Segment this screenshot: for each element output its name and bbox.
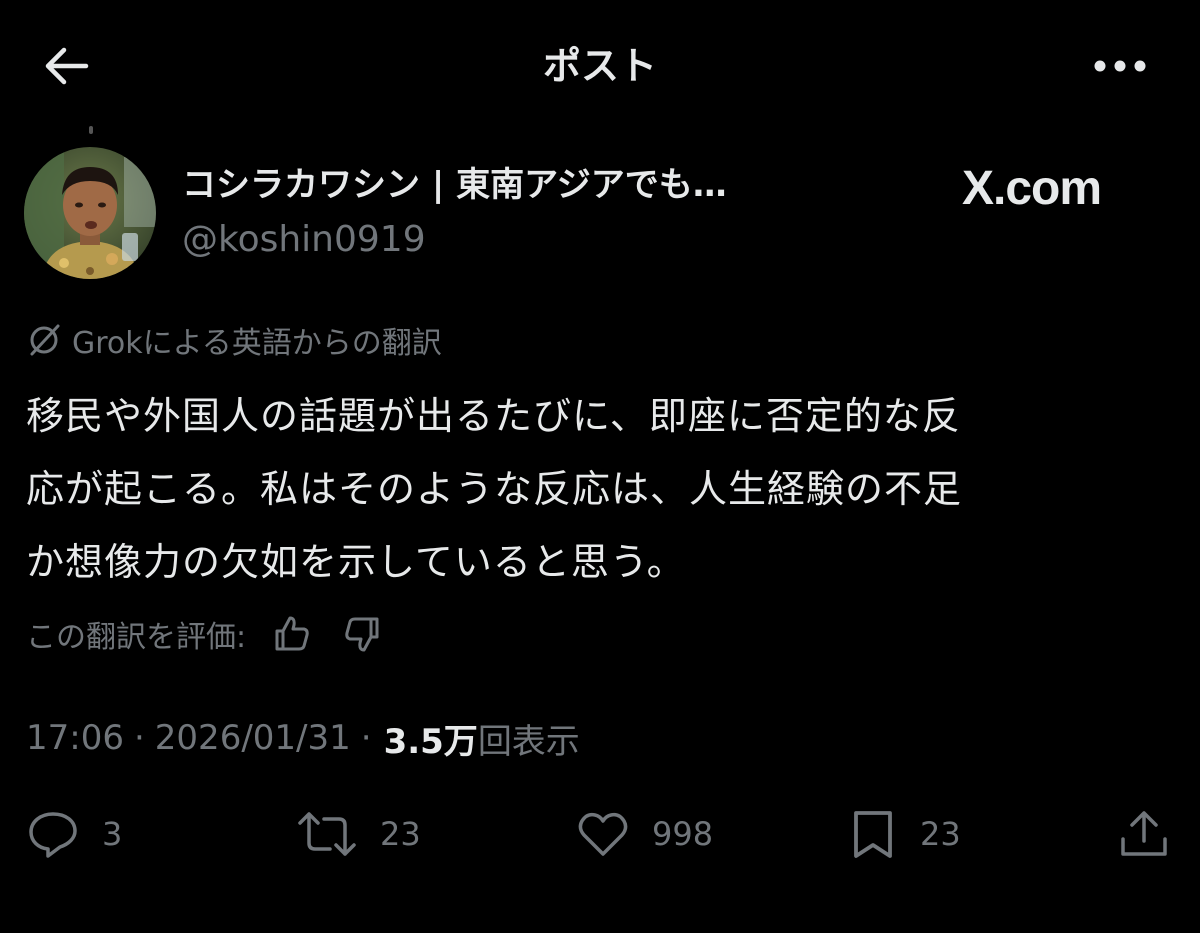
x-com-watermark: X.com: [962, 158, 1102, 218]
reply-count: 3: [102, 815, 123, 853]
thumbs-up-icon: [275, 616, 309, 651]
author-handle[interactable]: @koshin0919: [182, 215, 426, 265]
translation-note: Grokによる英語からの翻訳: [26, 318, 442, 362]
views-label: 回表示: [477, 721, 580, 762]
post-text: 移民や外国人の話題が出るたびに、即座に否定的な反 応が起こる。私はそのような反応…: [26, 380, 1166, 599]
ellipsis-icon: [1094, 60, 1146, 72]
post-time[interactable]: 17:06: [26, 718, 124, 758]
arrow-left-icon: [45, 47, 89, 85]
post-text-line: 応が起こる。私はそのような反応は、人生経験の不足: [26, 467, 963, 511]
share-icon: [1121, 811, 1167, 856]
reply-button[interactable]: 3: [26, 804, 122, 864]
post-text-line: 移民や外国人の話題が出るたびに、即座に否定的な反: [26, 394, 961, 438]
rate-translation-row: この翻訳を評価:: [26, 608, 386, 660]
heart-icon: [578, 812, 628, 856]
page-title: ポスト: [542, 44, 657, 88]
translation-note-text: Grokによる英語からの翻訳: [72, 326, 442, 361]
grok-icon: [26, 322, 62, 358]
reply-icon: [29, 812, 77, 858]
rate-translation-label: この翻訳を評価:: [26, 620, 247, 655]
like-button[interactable]: 998: [576, 804, 713, 864]
post-meta: 17:06 · 2026/01/31 · 3.5万 回表示: [26, 712, 580, 764]
repost-count: 23: [380, 815, 421, 853]
author-display-name[interactable]: コシラカワシン | 東南アジアでも…: [182, 160, 727, 210]
thumbs-up-button[interactable]: [268, 610, 316, 658]
thumbs-down-icon: [345, 617, 379, 652]
watermark-text: X.com: [962, 161, 1102, 215]
meta-separator: ·: [360, 718, 372, 758]
bookmark-icon: [854, 811, 892, 858]
repost-icon: [298, 812, 356, 856]
back-button[interactable]: [36, 40, 96, 92]
post-text-line: か想像力の欠如を示していると思う。: [26, 540, 686, 584]
repost-button[interactable]: 23: [296, 804, 421, 864]
more-options-button[interactable]: [1088, 46, 1152, 86]
bookmark-count: 23: [920, 815, 961, 853]
bookmark-button[interactable]: 23: [848, 804, 961, 864]
post-date[interactable]: 2026/01/31: [155, 718, 351, 758]
meta-separator: ·: [133, 718, 145, 758]
views-count[interactable]: 3.5万: [384, 714, 478, 763]
thumbs-down-button[interactable]: [338, 610, 386, 658]
thread-connector: [89, 126, 93, 134]
like-count: 998: [652, 815, 714, 853]
share-button[interactable]: [1118, 804, 1170, 864]
avatar[interactable]: [24, 147, 156, 279]
